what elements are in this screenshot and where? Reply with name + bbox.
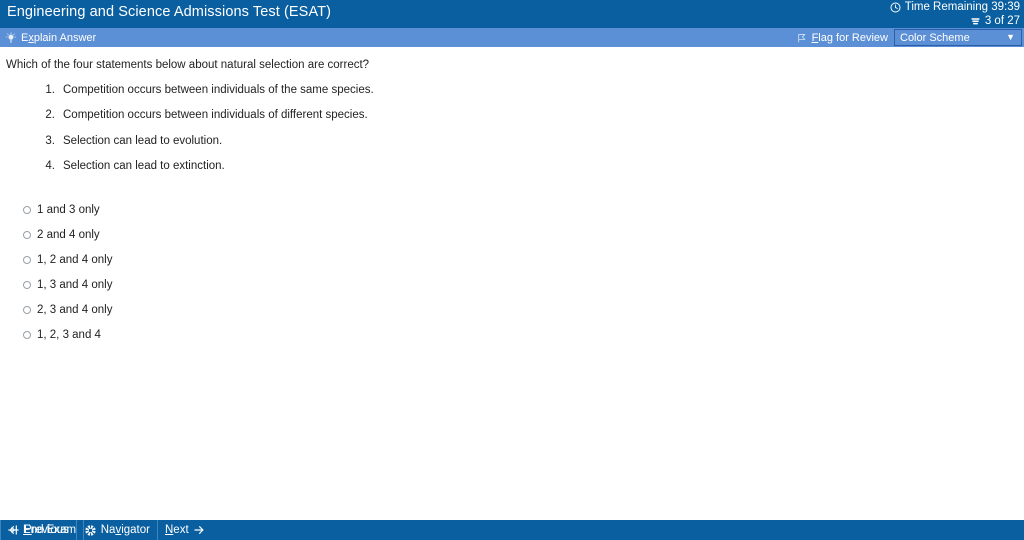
- navigator-button[interactable]: Navigator: [77, 520, 158, 540]
- statement-number: 3.: [45, 134, 55, 147]
- status-stack: Time Remaining 39:39 3 of 27: [890, 1, 1020, 28]
- footer-toolbar: End Exam Previous Navigator Next: [0, 520, 1024, 540]
- statement-number: 2.: [45, 109, 55, 122]
- color-scheme-value: Color Scheme: [900, 31, 970, 44]
- answer-option[interactable]: 1, 2, 3 and 4: [23, 322, 523, 347]
- answer-option-label: 2 and 4 only: [37, 228, 100, 241]
- flag-for-review-button[interactable]: Flag for Review: [792, 28, 892, 47]
- clock-icon: [890, 2, 901, 13]
- next-button[interactable]: Next: [158, 520, 212, 540]
- statement-text: Competition occurs between individuals o…: [63, 109, 368, 122]
- answer-option-label: 1, 2 and 4 only: [37, 253, 113, 266]
- statement-text: Competition occurs between individuals o…: [63, 84, 374, 96]
- title-bar: Engineering and Science Admissions Test …: [0, 0, 1024, 28]
- question-progress: 3 of 27: [890, 15, 1020, 28]
- explain-answer-label: Explain Answer: [21, 31, 97, 44]
- footer-nav-group: Previous Navigator Next: [0, 520, 1024, 540]
- statement-item: 1. Competition occurs between individual…: [36, 84, 636, 109]
- statement-number: 1.: [45, 84, 55, 96]
- flag-icon: [796, 32, 808, 44]
- time-remaining-label: Time Remaining 39:39: [904, 1, 1020, 13]
- statement-number: 4.: [45, 160, 55, 173]
- exam-window: Engineering and Science Admissions Test …: [0, 0, 1024, 540]
- statement-text: Selection can lead to extinction.: [63, 160, 225, 173]
- answer-option[interactable]: 2, 3 and 4 only: [23, 297, 523, 322]
- statement-list: 1. Competition occurs between individual…: [36, 84, 636, 186]
- arrow-left-icon: [8, 524, 20, 536]
- answer-option-label: 1, 2, 3 and 4: [37, 328, 101, 341]
- question-stem: Which of the four statements below about…: [6, 59, 370, 71]
- pages-icon: [970, 16, 981, 27]
- radio-button[interactable]: [23, 255, 31, 264]
- chevron-down-icon: ▼: [1006, 32, 1015, 42]
- statement-item: 4. Selection can lead to extinction.: [36, 160, 636, 185]
- radio-button[interactable]: [23, 230, 31, 239]
- answer-option[interactable]: 2 and 4 only: [23, 222, 523, 247]
- arrow-right-icon: [193, 524, 205, 536]
- navigator-label: Navigator: [100, 524, 150, 536]
- secondary-toolbar: Explain Answer Flag for Review Color Sch…: [0, 28, 1024, 47]
- question-progress-label: 3 of 27: [984, 15, 1020, 27]
- explain-answer-button[interactable]: Explain Answer: [2, 28, 99, 47]
- color-scheme-dropdown[interactable]: Color Scheme ▼: [894, 29, 1022, 46]
- answer-options: 1 and 3 only 2 and 4 only 1, 2 and 4 onl…: [23, 197, 523, 347]
- answer-option-label: 1, 3 and 4 only: [37, 278, 113, 291]
- answer-option-label: 1 and 3 only: [37, 203, 100, 216]
- radio-button[interactable]: [23, 305, 31, 314]
- answer-option[interactable]: 1 and 3 only: [23, 197, 523, 222]
- radio-button[interactable]: [23, 280, 31, 289]
- statement-item: 3. Selection can lead to evolution.: [36, 135, 636, 160]
- question-content: Which of the four statements below about…: [0, 47, 1024, 520]
- statement-item: 2. Competition occurs between individual…: [36, 109, 636, 134]
- next-label: Next: [164, 524, 189, 536]
- answer-option[interactable]: 1, 3 and 4 only: [23, 272, 523, 297]
- previous-label: Previous: [24, 524, 69, 536]
- compass-icon: [84, 524, 97, 537]
- time-remaining: Time Remaining 39:39: [890, 1, 1020, 14]
- radio-button[interactable]: [23, 205, 31, 214]
- answer-option[interactable]: 1, 2 and 4 only: [23, 247, 523, 272]
- exam-title: Engineering and Science Admissions Test …: [7, 4, 332, 20]
- lightbulb-icon: [5, 31, 17, 44]
- statement-text: Selection can lead to evolution.: [63, 134, 223, 147]
- flag-for-review-label: Flag for Review: [811, 31, 888, 44]
- previous-button[interactable]: Previous: [0, 520, 77, 540]
- answer-option-label: 2, 3 and 4 only: [37, 303, 113, 316]
- radio-button[interactable]: [23, 330, 31, 339]
